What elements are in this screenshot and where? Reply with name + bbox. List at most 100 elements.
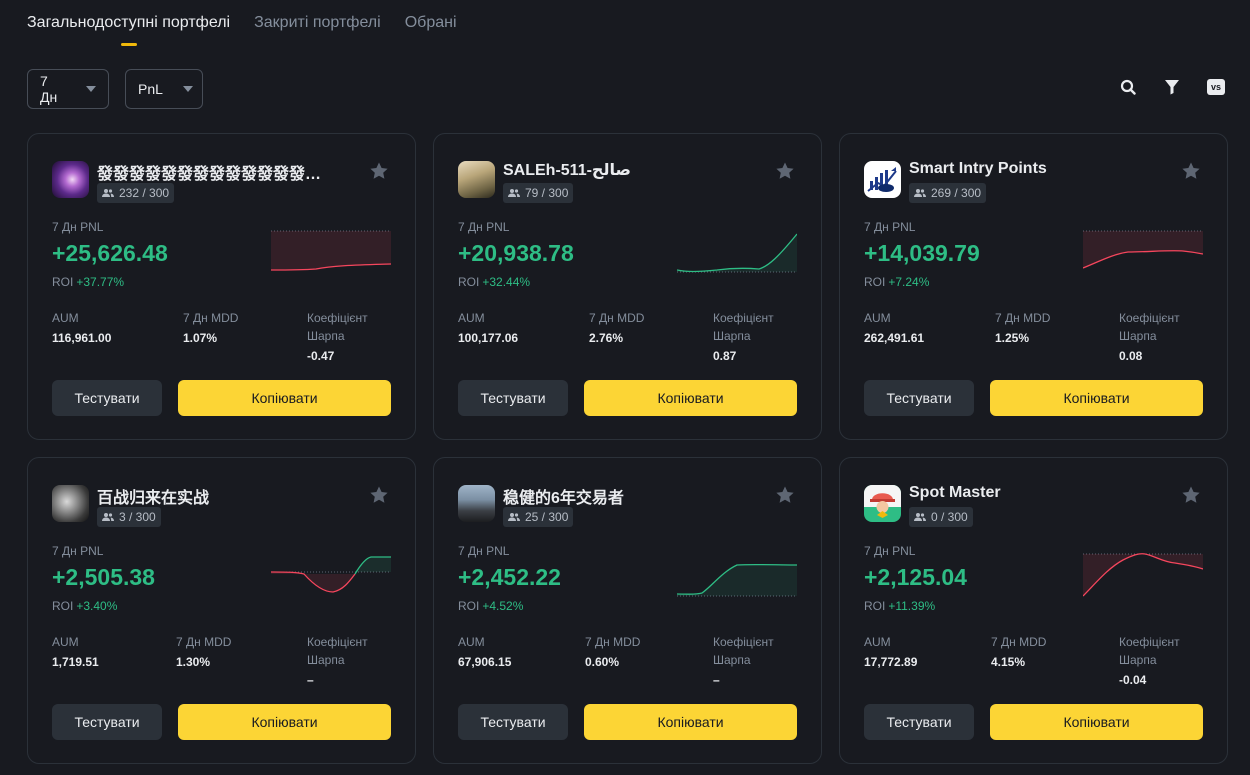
aum-value: 67,906.15 (458, 655, 512, 669)
copy-button[interactable]: Копіювати (584, 704, 797, 740)
caret-down-icon (182, 86, 193, 92)
aum-label: AUM (458, 635, 485, 649)
avatar (864, 161, 901, 198)
sharpe-stat: Коефіцієнт Шарпа -0.47 (307, 309, 387, 365)
sharpe-value: 0.87 (713, 349, 737, 363)
sharpe-label-line2: Шарпа (307, 329, 345, 343)
mdd-value: 4.15% (991, 655, 1026, 669)
star-icon[interactable] (1181, 161, 1201, 181)
mdd-label: 7 Дн MDD (995, 311, 1051, 325)
sharpe-stat: Коефіцієнт Шарпа 0.87 (713, 309, 793, 365)
test-button[interactable]: Тестувати (864, 704, 974, 740)
pnl-sparkline (271, 230, 391, 271)
users-icon (102, 513, 114, 521)
avatar (864, 485, 901, 522)
test-button[interactable]: Тестувати (52, 704, 162, 740)
sharpe-stat: Коефіцієнт Шарпа -0.04 (1119, 633, 1199, 689)
aum-value: 262,491.61 (864, 331, 925, 345)
portfolio-name[interactable]: 稳健的6年交易者 (503, 484, 624, 508)
sort-select[interactable]: PnL (125, 69, 203, 109)
followers-count: 269 / 300 (931, 186, 982, 200)
roi-value: +11.39% (888, 599, 936, 613)
aum-value: 100,177.06 (458, 331, 519, 345)
pnl-value: +14,039.79 (864, 240, 980, 266)
spot-master-logo (864, 485, 901, 518)
test-button[interactable]: Тестувати (52, 380, 162, 416)
roi-value: +7.24% (888, 275, 930, 289)
test-button[interactable]: Тестувати (458, 704, 568, 740)
tab-favorites[interactable]: Обрані (405, 0, 457, 46)
filter-icon[interactable] (1163, 78, 1181, 96)
tab-public-portfolios[interactable]: Загальнодоступні портфелі (27, 0, 230, 46)
portfolio-name[interactable]: Spot Master (909, 484, 1001, 502)
portfolio-name[interactable]: SALEh-511-صالح (503, 160, 631, 180)
roi-value: +37.77% (76, 275, 125, 289)
mdd-stat: 7 Дн MDD 1.30% (176, 633, 231, 671)
users-icon (508, 513, 520, 521)
sharpe-label-line1: Коефіцієнт (713, 635, 774, 649)
tab-private-portfolios[interactable]: Закриті портфелі (254, 0, 381, 46)
aum-stat: AUM 262,491.61 (864, 309, 924, 347)
roi: ROI +32.44% (458, 275, 530, 289)
portfolio-name[interactable]: Smart Intry Points (909, 160, 1047, 178)
pnl-sparkline (1083, 553, 1203, 597)
mdd-stat: 7 Дн MDD 4.15% (991, 633, 1046, 671)
portfolio-card: 發發發發發發發發發發發發發發發發發發 232 / 300 7 Дн PNL +2… (27, 133, 416, 440)
pnl-sparkline (1083, 230, 1203, 269)
star-icon[interactable] (369, 161, 389, 181)
portfolio-name[interactable]: 發發發發發發發發發發發發發發發發發發 (97, 160, 327, 184)
pnl-value: +25,626.48 (52, 240, 168, 266)
roi-value: +32.44% (482, 275, 531, 289)
star-icon[interactable] (775, 161, 795, 181)
test-button[interactable]: Тестувати (864, 380, 974, 416)
caret-down-icon (86, 86, 96, 92)
sharpe-value: – (307, 673, 314, 687)
sharpe-label-line1: Коефіцієнт (1119, 635, 1180, 649)
mdd-value: 1.07% (183, 331, 218, 345)
star-icon[interactable] (369, 485, 389, 505)
pnl-sparkline (677, 233, 797, 273)
followers-badge: 269 / 300 (909, 183, 987, 203)
sharpe-label-line1: Коефіцієнт (307, 311, 368, 325)
test-button[interactable]: Тестувати (458, 380, 568, 416)
copy-button[interactable]: Копіювати (990, 704, 1203, 740)
followers-count: 25 / 300 (525, 510, 569, 524)
roi: ROI +7.24% (864, 275, 929, 289)
avatar (458, 485, 495, 522)
star-icon[interactable] (1181, 485, 1201, 505)
avatar (458, 161, 495, 198)
copy-button[interactable]: Копіювати (990, 380, 1203, 416)
followers-badge: 79 / 300 (503, 183, 574, 203)
sharpe-label-line2: Шарпа (307, 653, 345, 667)
mdd-value: 1.25% (995, 331, 1030, 345)
period-select[interactable]: 7 Дн (27, 69, 109, 109)
aum-label: AUM (52, 635, 79, 649)
portfolio-card: SALEh-511-صالح 79 / 300 7 Дн PNL +20,938… (433, 133, 822, 440)
roi: ROI +11.39% (864, 599, 935, 613)
compare-vs-button[interactable]: vs (1207, 78, 1225, 96)
portfolio-name[interactable]: 百战归来在实战 (97, 484, 209, 508)
portfolio-card: 百战归来在实战 3 / 300 7 Дн PNL +2,505.38 ROI +3… (27, 457, 416, 764)
pnl-label: 7 Дн PNL (458, 544, 510, 558)
sharpe-value: 0.08 (1119, 349, 1143, 363)
followers-count: 232 / 300 (119, 186, 170, 200)
roi-label: ROI (864, 275, 886, 289)
followers-count: 0 / 300 (931, 510, 968, 524)
star-icon[interactable] (775, 485, 795, 505)
copy-button[interactable]: Копіювати (178, 704, 391, 740)
aum-stat: AUM 1,719.51 (52, 633, 99, 671)
roi: ROI +3.40% (52, 599, 117, 613)
pnl-value: +2,125.04 (864, 564, 967, 590)
roi-value: +4.52% (482, 599, 524, 613)
mdd-stat: 7 Дн MDD 1.25% (995, 309, 1050, 347)
search-icon[interactable] (1119, 78, 1137, 96)
copy-button[interactable]: Копіювати (584, 380, 797, 416)
portfolio-card: Smart Intry Points 269 / 300 7 Дн PNL +1… (839, 133, 1228, 440)
roi-label: ROI (864, 599, 886, 613)
sharpe-stat: Коефіцієнт Шарпа – (307, 633, 387, 689)
followers-badge: 232 / 300 (97, 183, 175, 203)
copy-button[interactable]: Копіювати (178, 380, 391, 416)
roi-label: ROI (52, 275, 74, 289)
mdd-value: 2.76% (589, 331, 624, 345)
followers-badge: 25 / 300 (503, 507, 574, 527)
